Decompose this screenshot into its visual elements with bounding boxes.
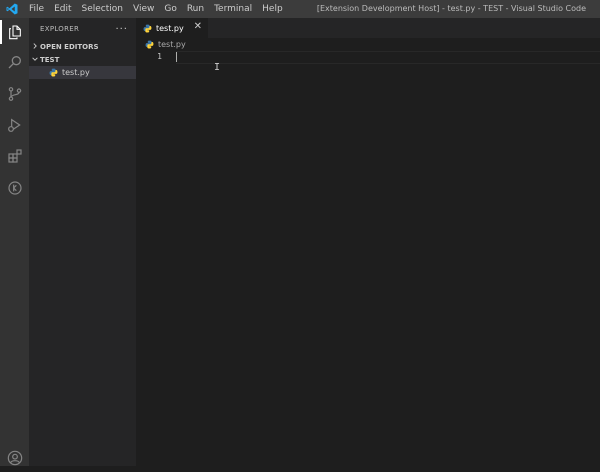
menu-run[interactable]: Run	[182, 0, 209, 18]
menu-view[interactable]: View	[128, 0, 159, 18]
menu-help[interactable]: Help	[257, 0, 288, 18]
chevron-down-icon	[32, 56, 40, 64]
activity-bar	[0, 18, 29, 466]
python-file-icon	[143, 24, 152, 33]
tab-test-py[interactable]: test.py ✕	[136, 18, 208, 38]
python-file-icon	[49, 68, 58, 77]
remote-icon[interactable]	[0, 174, 29, 202]
source-control-icon[interactable]	[0, 80, 29, 108]
section-label: TEST	[40, 55, 60, 64]
menu-go[interactable]: Go	[159, 0, 181, 18]
search-icon[interactable]	[0, 48, 29, 76]
title-bar: File Edit Selection View Go Run Terminal…	[0, 0, 600, 18]
menu-edit[interactable]: Edit	[49, 0, 76, 18]
code-editor[interactable]: 1 I	[136, 51, 600, 466]
account-icon[interactable]	[0, 444, 29, 472]
tab-label: test.py	[156, 23, 184, 33]
breadcrumb: test.py	[136, 38, 600, 51]
python-file-icon	[145, 40, 154, 49]
close-icon[interactable]: ✕	[194, 21, 202, 32]
current-line-highlight	[176, 51, 600, 64]
window-title: [Extension Development Host] - test.py -…	[316, 4, 586, 13]
sidebar-header: EXPLORER ···	[29, 18, 136, 40]
explorer-sidebar: EXPLORER ··· OPEN EDITORS TEST test.py	[29, 18, 136, 466]
section-test[interactable]: TEST	[29, 53, 136, 66]
more-actions-icon[interactable]: ···	[115, 24, 128, 35]
breadcrumb-file[interactable]: test.py	[158, 40, 186, 49]
menu-file[interactable]: File	[24, 0, 49, 18]
editor-tabs: test.py ✕	[136, 18, 600, 38]
section-label: OPEN EDITORS	[40, 42, 99, 51]
line-number: 1	[157, 52, 162, 61]
extensions-icon[interactable]	[0, 142, 29, 170]
run-debug-icon[interactable]	[0, 111, 29, 139]
section-open-editors[interactable]: OPEN EDITORS	[29, 40, 136, 53]
menu-bar: File Edit Selection View Go Run Terminal…	[24, 0, 288, 18]
explorer-icon[interactable]	[0, 18, 29, 46]
file-label: test.py	[62, 68, 90, 77]
ibeam-cursor-icon: I	[214, 62, 221, 73]
vscode-logo-icon	[0, 0, 24, 18]
chevron-right-icon	[32, 42, 40, 51]
sidebar-title: EXPLORER	[40, 25, 80, 33]
file-item-test-py[interactable]: test.py	[29, 66, 136, 79]
menu-selection[interactable]: Selection	[77, 0, 128, 18]
menu-terminal[interactable]: Terminal	[209, 0, 257, 18]
text-cursor	[176, 52, 177, 62]
